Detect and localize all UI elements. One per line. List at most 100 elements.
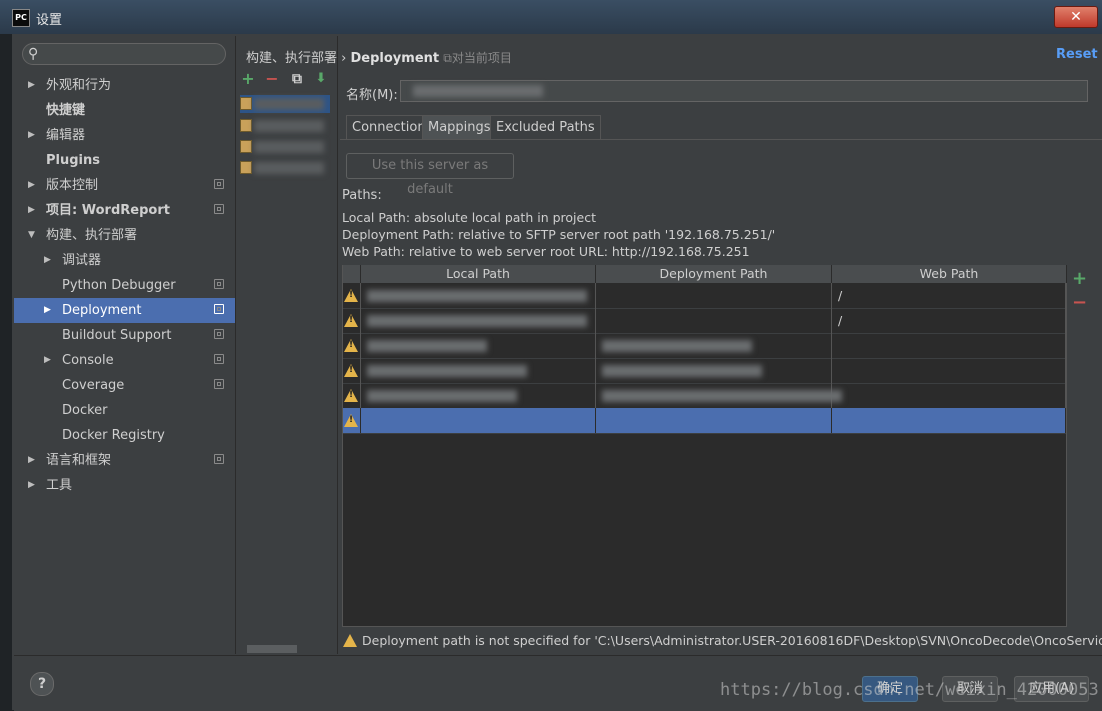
table-cell-deployment-path[interactable] — [596, 383, 842, 408]
sidebar-item-project[interactable]: ▶ 项目: WordReport — [14, 198, 235, 223]
settings-search-input[interactable] — [22, 43, 226, 65]
server-list-item[interactable] — [240, 95, 330, 113]
table-cell-web-path[interactable] — [832, 333, 1066, 358]
table-row[interactable]: / — [343, 308, 1066, 334]
project-scope-icon: ⧉ — [443, 51, 452, 65]
sidebar-item-label: 版本控制 — [46, 178, 99, 193]
table-cell-web-path[interactable] — [832, 383, 1066, 408]
sidebar-item-coverage[interactable]: Coverage — [14, 373, 235, 398]
table-cell — [343, 308, 361, 333]
window-title: 设置 — [36, 13, 63, 28]
redacted-path — [367, 290, 587, 302]
status-message: Deployment path is not specified for 'C:… — [362, 633, 1102, 648]
sidebar-item-plugins[interactable]: Plugins — [14, 148, 235, 173]
table-cell-deployment-path[interactable] — [596, 333, 832, 358]
project-scope-icon — [214, 204, 224, 214]
sidebar-item-docker[interactable]: Docker — [14, 398, 235, 423]
sftp-server-icon — [240, 161, 252, 174]
table-cell-web-path[interactable] — [832, 358, 1066, 383]
sidebar-item-label: 调试器 — [62, 253, 102, 268]
set-default-server-button[interactable]: ⬇ — [313, 71, 329, 87]
table-header-deployment-path[interactable]: Deployment Path — [596, 265, 832, 283]
search-icon: ⚲ — [28, 46, 39, 62]
sidebar-item-deployment[interactable]: ▶ Deployment — [14, 298, 235, 323]
sidebar-item-appearance[interactable]: ▶ 外观和行为 — [14, 73, 235, 98]
server-list-scrollbar[interactable] — [247, 645, 297, 653]
use-as-default-button[interactable]: Use this server as default — [346, 153, 514, 197]
table-header-web-path[interactable]: Web Path — [832, 265, 1067, 283]
sidebar-item-console[interactable]: ▶ Console — [14, 348, 235, 373]
table-cell-local-path[interactable] — [361, 308, 596, 333]
breadcrumb-separator: › — [341, 51, 347, 66]
table-cell-local-path[interactable] — [361, 283, 596, 308]
project-scope-icon — [214, 279, 224, 289]
table-cell-local-path[interactable] — [361, 383, 596, 408]
remove-mapping-button[interactable]: − — [1072, 292, 1087, 313]
table-cell-deployment-path[interactable] — [596, 408, 832, 433]
server-list-item[interactable] — [240, 138, 330, 156]
redacted-path — [367, 340, 487, 352]
tab-excluded-paths[interactable]: Excluded Paths — [490, 115, 601, 140]
expand-arrow-icon: ▶ — [28, 80, 35, 90]
sidebar-item-label: Plugins — [46, 153, 100, 168]
sidebar-item-tools[interactable]: ▶ 工具 — [14, 473, 235, 498]
add-server-button[interactable]: + — [240, 71, 256, 87]
sidebar-item-build-deploy[interactable]: ▼ 构建、执行部署 — [14, 223, 235, 248]
minus-icon: − — [1072, 292, 1088, 313]
sidebar-item-label: Docker Registry — [62, 428, 165, 443]
sidebar-item-languages[interactable]: ▶ 语言和框架 — [14, 448, 235, 473]
table-cell-web-path[interactable]: / — [832, 308, 1066, 333]
redacted-path — [367, 365, 527, 377]
table-row[interactable]: / — [343, 283, 1066, 309]
expand-arrow-icon: ▶ — [28, 480, 35, 490]
table-header-icon-column — [343, 265, 361, 283]
expand-arrow-icon: ▶ — [28, 455, 35, 465]
tab-mappings[interactable]: Mappings — [422, 115, 497, 140]
table-cell — [343, 283, 361, 308]
sidebar-item-debugger[interactable]: ▶ 调试器 — [14, 248, 235, 273]
sidebar-item-python-debugger[interactable]: Python Debugger — [14, 273, 235, 298]
sidebar-item-editor[interactable]: ▶ 编辑器 — [14, 123, 235, 148]
remove-server-button[interactable]: − — [264, 71, 280, 87]
table-cell-local-path[interactable] — [361, 333, 596, 358]
sidebar-item-label: Deployment — [62, 303, 142, 318]
table-row[interactable] — [343, 358, 1066, 384]
copy-server-button[interactable]: ⧉ — [289, 71, 305, 87]
server-name-input[interactable] — [400, 80, 1088, 102]
redacted-path — [602, 365, 762, 377]
sidebar-item-buildout-support[interactable]: Buildout Support — [14, 323, 235, 348]
server-list-item[interactable] — [240, 159, 330, 177]
breadcrumb-current: Deployment — [350, 51, 440, 66]
table-cell-deployment-path[interactable] — [596, 358, 832, 383]
server-list-item[interactable] — [240, 117, 330, 135]
table-row[interactable] — [343, 383, 1066, 409]
tab-connection[interactable]: Connection — [346, 115, 432, 140]
reset-link[interactable]: Reset — [1056, 47, 1098, 62]
web-path-hint: Web Path: relative to web server root UR… — [342, 244, 750, 259]
table-cell-web-path[interactable]: / — [832, 283, 1066, 308]
sidebar-item-version-control[interactable]: ▶ 版本控制 — [14, 173, 235, 198]
table-cell — [343, 333, 361, 358]
close-button[interactable]: ✕ — [1054, 6, 1098, 28]
local-path-hint: Local Path: absolute local path in proje… — [342, 210, 596, 225]
add-mapping-button[interactable]: + — [1072, 268, 1087, 289]
table-header-local-path[interactable]: Local Path — [361, 265, 596, 283]
deployment-path-hint: Deployment Path: relative to SFTP server… — [342, 227, 776, 242]
sidebar-item-keymap[interactable]: 快捷键 — [14, 98, 235, 123]
table-cell-deployment-path[interactable] — [596, 283, 832, 308]
help-button[interactable]: ? — [30, 672, 54, 696]
expand-arrow-icon: ▶ — [28, 180, 35, 190]
expand-arrow-icon: ▶ — [28, 130, 35, 140]
sidebar-item-label: 快捷键 — [46, 103, 86, 118]
table-row-selected[interactable] — [343, 408, 1066, 434]
table-cell-web-path[interactable] — [832, 408, 1066, 433]
table-cell-local-path[interactable] — [361, 358, 596, 383]
breadcrumb: 构建、执行部署 › Deployment ⧉对当前项目 — [246, 47, 512, 66]
project-scope-icon — [214, 329, 224, 339]
table-cell-deployment-path[interactable] — [596, 308, 832, 333]
sidebar-item-docker-registry[interactable]: Docker Registry — [14, 423, 235, 448]
table-row[interactable] — [343, 333, 1066, 359]
redacted-server-name — [413, 85, 543, 97]
sidebar-item-label: 语言和框架 — [46, 453, 112, 468]
table-cell-local-path[interactable] — [361, 408, 596, 433]
